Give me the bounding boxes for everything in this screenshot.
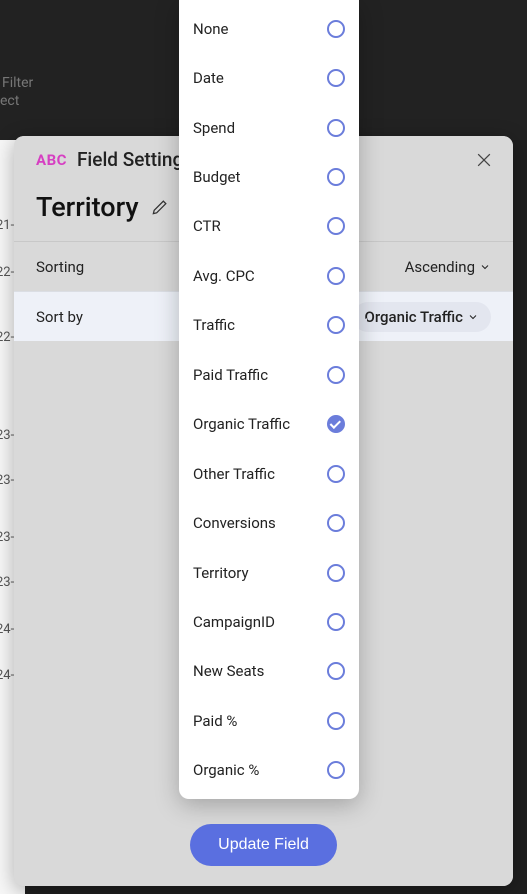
option-label: CTR bbox=[193, 217, 221, 235]
sorting-label: Sorting bbox=[36, 258, 84, 276]
bg-row-label: 23- bbox=[0, 428, 14, 443]
radio-unchecked-icon[interactable] bbox=[327, 20, 345, 38]
sortby-value-pill[interactable]: Organic Traffic bbox=[353, 302, 491, 332]
field-name: Territory bbox=[36, 191, 139, 223]
option-label: Date bbox=[193, 69, 224, 87]
option-label: New Seats bbox=[193, 662, 264, 680]
sortby-option[interactable]: Paid Traffic bbox=[179, 350, 359, 399]
radio-checked-icon[interactable] bbox=[327, 415, 345, 433]
sortby-option[interactable]: Spend bbox=[179, 103, 359, 152]
sorting-value-text: Ascending bbox=[405, 258, 475, 276]
sortby-option[interactable]: None bbox=[179, 4, 359, 53]
chevron-down-icon bbox=[467, 311, 479, 323]
sortby-option[interactable]: Organic % bbox=[179, 746, 359, 795]
sortby-option[interactable]: Avg. CPC bbox=[179, 251, 359, 300]
radio-unchecked-icon[interactable] bbox=[327, 564, 345, 582]
radio-unchecked-icon[interactable] bbox=[327, 267, 345, 285]
option-label: CampaignID bbox=[193, 613, 275, 631]
bg-row-label: 24- bbox=[0, 668, 14, 683]
update-field-button[interactable]: Update Field bbox=[190, 824, 337, 866]
bg-row-label: 21- bbox=[0, 218, 14, 233]
option-label: Organic Traffic bbox=[193, 415, 290, 433]
option-label: None bbox=[193, 20, 229, 38]
radio-unchecked-icon[interactable] bbox=[327, 761, 345, 779]
radio-unchecked-icon[interactable] bbox=[327, 217, 345, 235]
option-label: Paid Traffic bbox=[193, 366, 268, 384]
bg-row-label: 24- bbox=[0, 622, 14, 637]
radio-unchecked-icon[interactable] bbox=[327, 662, 345, 680]
option-label: Avg. CPC bbox=[193, 267, 255, 285]
sortby-option[interactable]: Budget bbox=[179, 152, 359, 201]
sortby-options-popover: None Date Spend Budget CTR Avg. CPC Traffic Pai… bbox=[179, 0, 359, 799]
bg-row-label: 23- bbox=[0, 530, 14, 545]
field-type-badge: ABC bbox=[36, 151, 67, 169]
option-label: Conversions bbox=[193, 514, 276, 532]
radio-unchecked-icon[interactable] bbox=[327, 465, 345, 483]
sortby-label: Sort by bbox=[36, 308, 83, 326]
radio-unchecked-icon[interactable] bbox=[327, 119, 345, 137]
sortby-option[interactable]: Organic Traffic bbox=[179, 400, 359, 449]
modal-footer: Update Field bbox=[14, 806, 513, 886]
sortby-option[interactable]: Conversions bbox=[179, 498, 359, 547]
sortby-option[interactable]: Territory bbox=[179, 548, 359, 597]
radio-unchecked-icon[interactable] bbox=[327, 168, 345, 186]
bg-row-label: 22- bbox=[0, 265, 14, 280]
bg-row-label: 23- bbox=[0, 473, 14, 488]
sortby-option[interactable]: Paid % bbox=[179, 696, 359, 745]
radio-unchecked-icon[interactable] bbox=[327, 69, 345, 87]
chevron-down-icon bbox=[479, 261, 491, 273]
sortby-option[interactable]: New Seats bbox=[179, 647, 359, 696]
sortby-value-text: Organic Traffic bbox=[365, 308, 463, 326]
option-label: Organic % bbox=[193, 761, 259, 779]
option-label: Territory bbox=[193, 564, 249, 582]
radio-unchecked-icon[interactable] bbox=[327, 514, 345, 532]
popover-pointer bbox=[359, 318, 367, 330]
sortby-option[interactable]: Other Traffic bbox=[179, 449, 359, 498]
radio-unchecked-icon[interactable] bbox=[327, 316, 345, 334]
option-label: Paid % bbox=[193, 712, 237, 730]
bg-row-label: 22- bbox=[0, 330, 14, 345]
option-label: Spend bbox=[193, 119, 235, 137]
bg-ect-label: ect bbox=[0, 93, 19, 109]
option-label: Budget bbox=[193, 168, 240, 186]
radio-unchecked-icon[interactable] bbox=[327, 712, 345, 730]
radio-unchecked-icon[interactable] bbox=[327, 613, 345, 631]
option-label: Traffic bbox=[193, 316, 235, 334]
sortby-option[interactable]: Traffic bbox=[179, 301, 359, 350]
option-label: Other Traffic bbox=[193, 465, 275, 483]
sortby-option[interactable]: Date bbox=[179, 53, 359, 102]
close-icon[interactable] bbox=[473, 149, 495, 171]
edit-name-icon[interactable] bbox=[149, 196, 171, 218]
sortby-option[interactable]: CampaignID bbox=[179, 597, 359, 646]
radio-unchecked-icon[interactable] bbox=[327, 366, 345, 384]
sorting-value[interactable]: Ascending bbox=[405, 258, 491, 276]
bg-filter-label: Filter bbox=[2, 75, 33, 91]
bg-row-label: 23- bbox=[0, 575, 14, 590]
sortby-option[interactable]: CTR bbox=[179, 202, 359, 251]
